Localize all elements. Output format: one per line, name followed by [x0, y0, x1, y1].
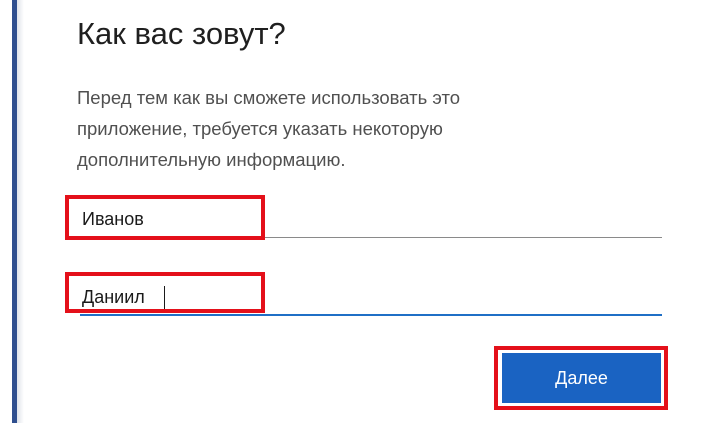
next-button[interactable]: Далее — [502, 353, 661, 403]
description-line: приложение, требуется указать некоторую — [77, 118, 443, 139]
profile-name-dialog: Как вас зовут? Перед тем как вы сможете … — [0, 0, 713, 423]
description-line: дополнительную информацию. — [77, 149, 346, 170]
name-field[interactable] — [80, 280, 662, 316]
description-line: Перед тем как вы сможете использовать эт… — [77, 87, 461, 108]
surname-field[interactable] — [80, 202, 662, 238]
name-input[interactable] — [80, 280, 662, 314]
surname-input[interactable] — [80, 202, 662, 237]
description-text: Перед тем как вы сможете использовать эт… — [77, 82, 577, 175]
text-caret — [164, 286, 165, 309]
window-border-shadow — [17, 0, 24, 423]
page-title: Как вас зовут? — [77, 16, 286, 51]
window-left-edge — [0, 0, 24, 423]
